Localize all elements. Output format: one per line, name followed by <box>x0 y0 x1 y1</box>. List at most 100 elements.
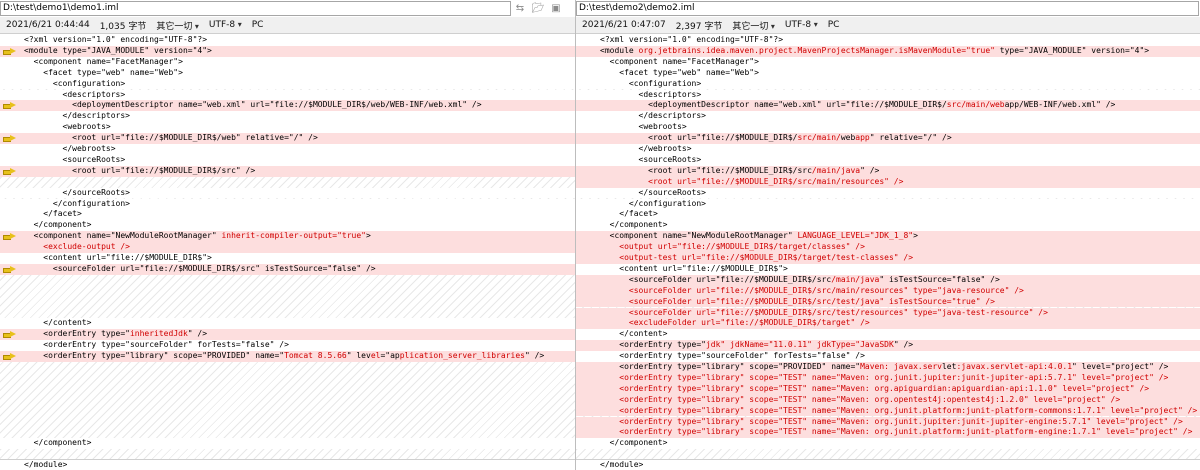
folder-open-icon[interactable]: 📂︎ <box>529 1 547 16</box>
diff-gutter <box>0 253 24 264</box>
text-segment: <webroots> <box>600 122 687 132</box>
changed-text: LANGUAGE_LEVEL="JDK_1_8" <box>797 231 914 241</box>
text-segment: <?xml version="1.0" encoding="UTF-8"?> <box>24 35 208 44</box>
changed-text: src/main/ <box>797 133 841 143</box>
diff-gutter <box>0 297 24 308</box>
diff-gutter <box>0 329 24 340</box>
text-segment: <facet type="web" name="Web"> <box>24 67 183 77</box>
diff-gutter <box>0 100 24 111</box>
copy-right-arrow-icon[interactable] <box>3 47 16 55</box>
diff-line: <excludeFolder url="file://$MODULE_DIR$/… <box>576 318 1200 330</box>
copy-right-arrow-icon[interactable] <box>3 102 16 110</box>
code-line: <component name="FacetManager"> <box>0 56 575 68</box>
right-format-dropdown[interactable]: 其它一切 <box>726 19 779 32</box>
right-encoding-dropdown[interactable]: UTF-8 <box>779 20 822 30</box>
changed-text: plication_server_libraries <box>399 351 525 361</box>
text-segment: <deploymentDescriptor name="web.xml" url… <box>24 100 482 110</box>
right-last-line: </module> <box>576 459 1200 470</box>
right-file-size: 2,397 字节 <box>675 21 723 32</box>
diff-gutter <box>0 417 24 428</box>
diff-gutter <box>576 90 600 101</box>
copy-right-arrow-icon[interactable] <box>3 353 16 361</box>
text-segment: <root url="file://$MODULE_DIR$/src" /> <box>24 165 256 175</box>
text-segment: <orderEntry type="library" scope="PROVID… <box>600 362 861 371</box>
changed-text: Tomcat 8.5.66 <box>284 351 347 361</box>
diff-line: <root url="file://$MODULE_DIR$/web" rela… <box>0 133 575 144</box>
right-info-bar: 2021/6/21 0:47:07 2,397 字节 其它一切 UTF-8 PC <box>576 17 1200 34</box>
diff-gutter <box>0 362 24 373</box>
changed-text: <orderEntry type="library" scope="TEST" … <box>619 394 1121 404</box>
line-text: <sourceFolder url="file://$MODULE_DIR$/s… <box>600 308 1048 319</box>
line-text: </content> <box>24 318 91 329</box>
text-segment: <facet type="web" name="Web"> <box>600 67 759 77</box>
line-text: </webroots> <box>600 144 692 155</box>
left-path-input[interactable]: D:\test\demo1\demo1.iml <box>0 1 511 16</box>
diff-gutter <box>0 275 24 286</box>
diff-line: <output-test url="file://$MODULE_DIR$/ta… <box>576 253 1200 264</box>
text-segment <box>600 286 629 295</box>
diff-gutter <box>576 395 600 406</box>
diff-gutter <box>0 373 24 384</box>
line-text: <deploymentDescriptor name="web.xml" url… <box>600 100 1115 111</box>
copy-right-arrow-icon[interactable] <box>3 233 16 241</box>
diff-gutter <box>0 351 24 362</box>
right-path-input[interactable]: D:\test\demo2\demo2.iml <box>576 1 1199 16</box>
copy-right-arrow-icon[interactable] <box>3 135 16 143</box>
swap-arrows-icon[interactable]: ⇆ <box>511 1 529 16</box>
diff-gutter <box>576 308 600 319</box>
changed-text: <orderEntry type="library" scope="TEST" … <box>619 372 1169 382</box>
text-segment <box>600 384 619 393</box>
diff-line: <component name="NewModuleRootManager" i… <box>0 231 575 243</box>
diff-gutter <box>0 79 24 90</box>
right-code-view[interactable]: <?xml version="1.0" encoding="UTF-8"?> <m… <box>576 35 1200 459</box>
padding-line <box>0 362 575 373</box>
line-text: </webroots> <box>24 144 116 155</box>
copy-right-arrow-icon[interactable] <box>3 331 16 339</box>
line-text: <sourceFolder url="file://$MODULE_DIR$/s… <box>24 264 376 275</box>
code-line: <descriptors> <box>576 89 1200 101</box>
diff-gutter <box>0 340 24 351</box>
diff-line: <orderEntry type="library" scope="TEST" … <box>576 383 1200 395</box>
left-code-view[interactable]: <?xml version="1.0" encoding="UTF-8"?> <m… <box>0 35 575 459</box>
save-icon[interactable]: ▣ <box>547 1 565 16</box>
changed-text: jdk" jdkName="11.0.11" jdkType="JavaSDK <box>705 340 894 350</box>
diff-gutter <box>576 373 600 384</box>
diff-line: <orderEntry type="library" scope="TEST" … <box>576 394 1200 406</box>
right-eol: PC <box>827 20 840 30</box>
text-segment: <orderEntry type=" <box>24 329 130 339</box>
diff-line: <component name="NewModuleRootManager" L… <box>576 231 1200 243</box>
diff-gutter <box>576 340 600 351</box>
right-pane: D:\test\demo2\demo2.iml 2021/6/21 0:47:0… <box>575 0 1200 470</box>
diff-line: <module type="JAVA_MODULE" version="4"> <box>0 45 575 57</box>
text-segment: </descriptors> <box>600 111 706 121</box>
padding-line <box>0 275 575 286</box>
diff-gutter <box>576 286 600 297</box>
line-text: <output-test url="file://$MODULE_DIR$/ta… <box>600 253 913 264</box>
code-line: <configuration> <box>576 78 1200 90</box>
diff-gutter <box>0 46 24 57</box>
copy-right-arrow-icon[interactable] <box>3 167 16 175</box>
copy-right-arrow-icon[interactable] <box>3 265 16 273</box>
code-line: <content url="file://$MODULE_DIR$"> <box>0 253 575 264</box>
changed-text: <orderEntry type="library" scope="TEST" … <box>619 416 1183 426</box>
diff-gutter <box>576 264 600 275</box>
diff-gutter <box>0 90 24 101</box>
line-text: <orderEntry type="library" scope="TEST" … <box>600 427 1192 438</box>
text-segment: <webroots> <box>24 122 111 132</box>
diff-gutter <box>576 362 600 373</box>
left-format-dropdown[interactable]: 其它一切 <box>150 19 203 32</box>
text-segment: </component> <box>24 438 92 448</box>
right-file-date: 2021/6/21 0:47:07 <box>582 20 666 30</box>
diff-gutter <box>0 231 24 242</box>
text-segment: <deploymentDescriptor name="web.xml" url… <box>600 100 947 110</box>
padding-line <box>0 406 575 417</box>
diff-gutter <box>0 111 24 122</box>
line-text: <orderEntry type="library" scope="TEST" … <box>600 384 1149 395</box>
diff-gutter <box>576 199 600 210</box>
changed-text: <orderEntry type="library" scope="TEST" … <box>619 383 1150 393</box>
line-text: </sourceRoots> <box>24 188 130 199</box>
left-encoding-dropdown[interactable]: UTF-8 <box>203 20 246 30</box>
line-text: </facet> <box>24 209 82 220</box>
diff-gutter <box>576 122 600 133</box>
changed-text: app <box>855 133 870 143</box>
